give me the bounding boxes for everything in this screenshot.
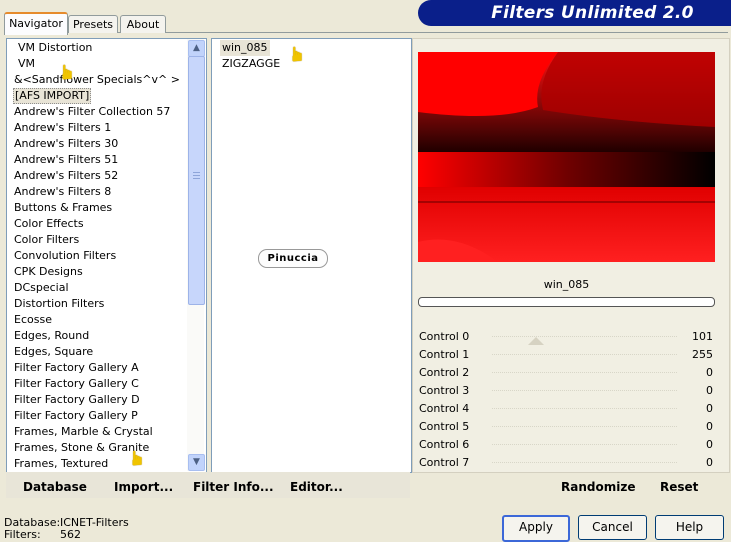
control-label: Control 1 — [419, 348, 470, 361]
scroll-down-icon[interactable]: ▼ — [188, 454, 205, 471]
control-row[interactable]: Control 5 0 — [417, 418, 717, 436]
scroll-thumb[interactable] — [188, 56, 205, 305]
category-item[interactable]: [AFS IMPORT] — [13, 88, 92, 104]
control-value: 0 — [706, 438, 713, 451]
category-item[interactable]: Andrew's Filters 1 — [14, 120, 111, 136]
reset-button[interactable]: Reset — [660, 480, 698, 494]
control-value: 255 — [692, 348, 713, 361]
category-item[interactable]: Color Filters — [14, 232, 79, 248]
database-button[interactable]: Database — [23, 480, 87, 494]
control-value: 101 — [692, 330, 713, 343]
control-row[interactable]: Control 4 0 — [417, 400, 717, 418]
scroll-up-icon[interactable]: ▲ — [188, 40, 205, 57]
control-slider-track[interactable] — [492, 426, 677, 428]
category-item[interactable]: Filter Factory Gallery A — [14, 360, 139, 376]
filters-count-value: 562 — [60, 528, 81, 541]
control-value: 0 — [706, 456, 713, 469]
category-item[interactable]: Filter Factory Gallery P — [14, 408, 138, 424]
filter-info-button[interactable]: Filter Info... — [193, 480, 274, 494]
category-item[interactable]: Frames, Textured — [14, 456, 108, 472]
control-value: 0 — [706, 384, 713, 397]
category-item[interactable]: Distortion Filters — [14, 296, 104, 312]
category-item[interactable]: Andrew's Filter Collection 57 — [14, 104, 170, 120]
category-item[interactable]: DCspecial — [14, 280, 69, 296]
editor-button[interactable]: Editor... — [290, 480, 343, 494]
category-item[interactable]: VM Distortion — [18, 40, 92, 56]
grip-line — [193, 175, 200, 176]
preview-image — [418, 52, 715, 262]
category-item[interactable]: Frames, Marble & Crystal — [14, 424, 153, 440]
category-item[interactable]: Andrew's Filters 52 — [14, 168, 118, 184]
grip-line — [193, 172, 200, 173]
control-row[interactable]: Control 2 0 — [417, 364, 717, 382]
import-button[interactable]: Import... — [114, 480, 173, 494]
category-item[interactable]: Convolution Filters — [14, 248, 116, 264]
tab-navigator[interactable]: Navigator — [4, 12, 68, 35]
pointing-hand-icon: ☛ — [284, 45, 309, 63]
category-item[interactable]: Filter Factory Gallery D — [14, 392, 140, 408]
filter-item-zigzagge[interactable]: ZIGZAGGE — [222, 56, 280, 72]
tab-presets[interactable]: Presets — [68, 15, 118, 33]
apply-button[interactable]: Apply — [502, 515, 570, 542]
control-slider-track[interactable] — [492, 372, 677, 374]
category-item[interactable]: Edges, Square — [14, 344, 93, 360]
control-label: Control 2 — [419, 366, 470, 379]
progress-bar — [418, 297, 715, 307]
pointing-hand-icon: ☛ — [124, 449, 149, 467]
category-item[interactable]: VM — [18, 56, 35, 72]
control-row[interactable]: Control 0 101 — [417, 328, 717, 346]
category-item[interactable]: Buttons & Frames — [14, 200, 112, 216]
control-label: Control 0 — [419, 330, 470, 343]
filter-item-win085[interactable]: win_085 — [220, 40, 270, 56]
category-item[interactable]: Filter Factory Gallery C — [14, 376, 139, 392]
app-title: Filters Unlimited 2.0 — [491, 3, 694, 23]
control-label: Control 7 — [419, 456, 470, 469]
control-row[interactable]: Control 3 0 — [417, 382, 717, 400]
control-slider-track[interactable] — [492, 444, 677, 446]
watermark-label: Pinuccia — [258, 249, 328, 268]
control-row[interactable]: Control 7 0 — [417, 454, 717, 472]
control-row[interactable]: Control 1 255 — [417, 346, 717, 364]
category-item[interactable]: Andrew's Filters 30 — [14, 136, 118, 152]
pointing-hand-icon: ☛ — [54, 63, 79, 81]
control-label: Control 5 — [419, 420, 470, 433]
control-slider-track[interactable] — [492, 408, 677, 410]
control-value: 0 — [706, 420, 713, 433]
control-value: 0 — [706, 366, 713, 379]
filters-count-label: Filters: — [4, 528, 41, 541]
control-label: Control 4 — [419, 402, 470, 415]
category-scrollbar[interactable]: ▲ ▼ — [187, 39, 205, 471]
control-slider-track[interactable] — [492, 336, 677, 338]
category-item[interactable]: CPK Designs — [14, 264, 83, 280]
category-item[interactable]: Andrew's Filters 8 — [14, 184, 111, 200]
control-row[interactable]: Control 6 0 — [417, 436, 717, 454]
control-slider-track[interactable] — [492, 462, 677, 464]
control-slider-track[interactable] — [492, 390, 677, 392]
grip-line — [193, 178, 200, 179]
control-label: Control 3 — [419, 384, 470, 397]
help-button[interactable]: Help — [655, 515, 724, 540]
control-slider-track[interactable] — [492, 354, 677, 356]
control-label: Control 6 — [419, 438, 470, 451]
tab-about[interactable]: About — [120, 15, 166, 33]
category-item[interactable]: Andrew's Filters 51 — [14, 152, 118, 168]
category-item[interactable]: Color Effects — [14, 216, 84, 232]
category-item[interactable]: &<Sandflower Specials^v^ > — [14, 72, 180, 88]
preview-filter-name: win_085 — [543, 278, 590, 291]
control-value: 0 — [706, 402, 713, 415]
filters-count-status: Filters: 562 — [4, 528, 81, 541]
cancel-button[interactable]: Cancel — [578, 515, 647, 540]
category-item[interactable]: Ecosse — [14, 312, 52, 328]
category-item[interactable]: Edges, Round — [14, 328, 89, 344]
randomize-button[interactable]: Randomize — [561, 480, 635, 494]
